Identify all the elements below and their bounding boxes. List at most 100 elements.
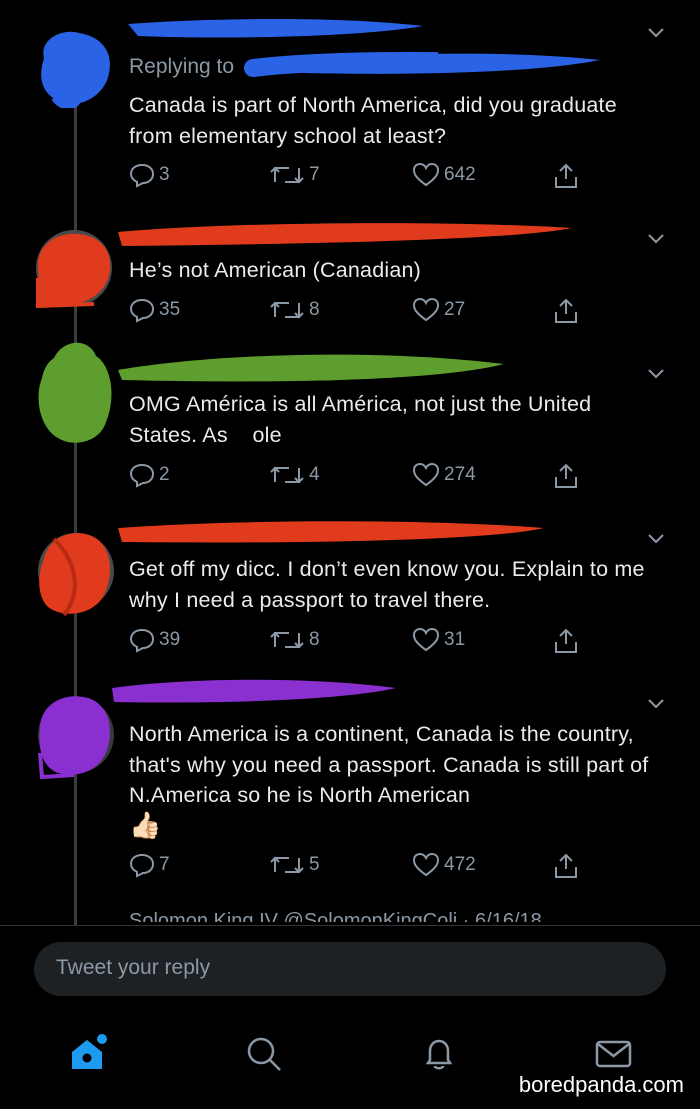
heart-icon [412, 297, 440, 322]
nav-notifications[interactable] [420, 1034, 460, 1079]
like-button[interactable]: 274 [412, 462, 476, 488]
chevron-down-icon[interactable] [646, 228, 666, 248]
reply-composer[interactable]: Tweet your reply [34, 942, 666, 996]
heart-icon [412, 627, 440, 652]
share-button[interactable] [553, 162, 579, 190]
retweet-button[interactable]: 7 [269, 162, 320, 188]
share-icon [555, 628, 577, 653]
tweet-actions: 7 5 472 [129, 852, 599, 882]
tweet-actions: 2 4 274 [129, 462, 599, 492]
like-count: 274 [444, 464, 476, 485]
nav-home[interactable] [68, 1034, 108, 1079]
avatar[interactable] [34, 692, 114, 780]
heart-icon [412, 462, 440, 487]
tweet-text: He’s not American (Canadian) [129, 258, 422, 282]
reply-count: 39 [159, 629, 181, 650]
share-button[interactable] [553, 462, 579, 490]
search-icon [247, 1037, 281, 1071]
reply-count: 3 [159, 164, 170, 185]
tweet-actions: 39 8 31 [129, 627, 599, 657]
censored-avatar [38, 342, 112, 443]
censored-avatar [36, 230, 112, 308]
nav-search[interactable] [244, 1034, 284, 1079]
reply-icon [129, 298, 155, 323]
like-button[interactable]: 31 [412, 627, 465, 653]
share-button[interactable] [553, 852, 579, 880]
reply-count: 2 [159, 464, 170, 485]
thread-line [74, 95, 77, 925]
like-count: 472 [444, 854, 476, 875]
reply-button[interactable]: 35 [129, 297, 180, 323]
tweet-text: North America is a continent, Canada is … [129, 722, 649, 807]
share-button[interactable] [553, 297, 579, 325]
share-button[interactable] [553, 627, 579, 655]
envelope-icon [595, 1040, 632, 1068]
tweet-text: OMG América is all América, not just the… [129, 392, 598, 447]
reply-count: 35 [159, 299, 181, 320]
retweet-icon [270, 631, 304, 649]
retweet-count: 4 [309, 464, 320, 485]
tweet-actions: 3 7 642 [129, 162, 599, 192]
bell-icon [425, 1039, 453, 1070]
retweet-count: 8 [309, 299, 320, 320]
reply-icon [129, 163, 155, 188]
tweet-text: Canada is part of North America, did you… [129, 93, 617, 148]
retweet-button[interactable]: 8 [269, 627, 320, 653]
avatar[interactable] [34, 28, 114, 108]
tweet-actions: 35 8 27 [129, 297, 599, 327]
retweet-icon [270, 856, 304, 874]
like-count: 31 [444, 629, 466, 650]
censored-username [118, 223, 572, 246]
reply-button[interactable]: 7 [129, 852, 170, 878]
share-icon [555, 298, 577, 323]
chevron-down-icon[interactable] [646, 363, 666, 383]
like-button[interactable]: 642 [412, 162, 476, 188]
chevron-down-icon[interactable] [646, 528, 666, 548]
avatar[interactable] [34, 342, 114, 443]
retweet-button[interactable]: 8 [269, 297, 320, 323]
chevron-down-icon[interactable] [646, 693, 666, 713]
composer-divider [0, 925, 700, 926]
retweet-count: 8 [309, 629, 320, 650]
replying-to-label: Replying to [129, 55, 235, 78]
retweet-icon [270, 166, 304, 184]
like-button[interactable]: 472 [412, 852, 476, 878]
watermark: boredpanda.com [518, 1072, 684, 1097]
share-icon [555, 853, 577, 878]
next-tweet-author-peek[interactable]: Solomon King IV @SolomonKingColi · 6/16/… [129, 906, 542, 922]
retweet-icon [270, 301, 304, 319]
reply-icon [129, 628, 155, 653]
censored-username [118, 521, 544, 543]
like-count: 27 [444, 299, 466, 320]
reply-button[interactable]: 39 [129, 627, 180, 653]
censored-avatar [38, 696, 114, 780]
heart-icon [412, 852, 440, 877]
heart-icon [412, 162, 440, 187]
reply-icon [129, 463, 155, 488]
reply-icon [129, 853, 155, 878]
retweet-count: 5 [309, 854, 320, 875]
home-icon [72, 1034, 107, 1069]
retweet-button[interactable]: 5 [269, 852, 320, 878]
reply-count: 7 [159, 854, 170, 875]
retweet-button[interactable]: 4 [269, 462, 320, 488]
share-icon [555, 163, 577, 188]
share-icon [555, 463, 577, 488]
censored-username [118, 354, 504, 382]
reply-input-placeholder[interactable]: Tweet your reply [56, 956, 210, 980]
tweet-text: Get off my dicc. I don’t even know you. … [129, 557, 645, 612]
censored-avatar [41, 31, 110, 108]
censored-username [112, 679, 396, 703]
like-count: 642 [444, 164, 476, 185]
retweet-icon [270, 466, 304, 484]
chevron-down-icon[interactable] [646, 22, 666, 42]
avatar[interactable] [34, 528, 114, 617]
thumbs-up-emoji: 👍🏻 [129, 810, 162, 840]
reply-button[interactable]: 3 [129, 162, 170, 188]
like-button[interactable]: 27 [412, 297, 465, 323]
bottom-nav [0, 1020, 700, 1080]
retweet-count: 7 [309, 164, 320, 185]
reply-button[interactable]: 2 [129, 462, 170, 488]
censored-handle [260, 53, 600, 74]
avatar[interactable] [34, 228, 114, 308]
